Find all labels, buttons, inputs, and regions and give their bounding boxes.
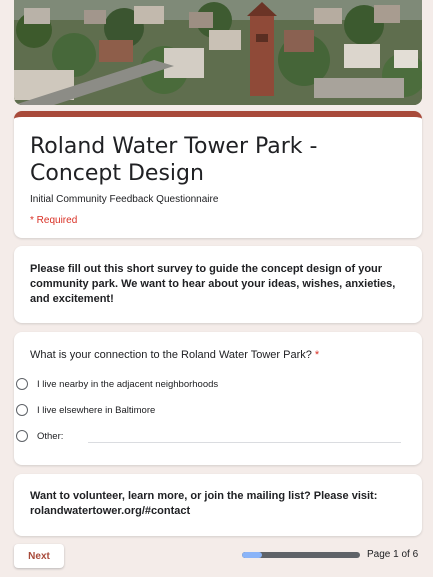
question-label: What is your connection to the Roland Wa… (30, 349, 312, 361)
option-elsewhere[interactable]: I live elsewhere in Baltimore (16, 403, 155, 417)
header-banner-image (14, 0, 422, 105)
radio-button[interactable] (16, 430, 28, 442)
required-asterisk: * (314, 349, 320, 361)
option-label: I live elsewhere in Baltimore (37, 404, 156, 416)
question-card-connection: What is your connection to the Roland Wa… (14, 332, 422, 465)
radio-button[interactable] (16, 404, 28, 416)
progress-bar (242, 552, 360, 558)
next-button[interactable]: Next (14, 544, 64, 568)
aerial-neighborhood-photo-icon (14, 0, 422, 105)
other-input-underline (88, 442, 401, 443)
page-indicator: Page 1 of 6 (367, 549, 419, 560)
form-title: Roland Water Tower Park - Concept Design (30, 134, 318, 186)
option-label: I live nearby in the adjacent neighborho… (37, 378, 219, 390)
other-text-input[interactable] (88, 430, 401, 442)
progress-bar-fill (242, 552, 262, 558)
option-other[interactable]: Other: (16, 429, 63, 443)
volunteer-text: Want to volunteer, learn more, or join t… (30, 490, 378, 517)
form-description: Please fill out this short survey to gui… (30, 263, 396, 305)
question-title: What is your connection to the Roland Wa… (30, 349, 319, 361)
option-label: Other: (37, 430, 64, 442)
required-note: * Required (30, 215, 78, 226)
form-description-card: Please fill out this short survey to gui… (14, 246, 422, 323)
form-title-card: Roland Water Tower Park - Concept Design… (14, 111, 422, 238)
option-nearby[interactable]: I live nearby in the adjacent neighborho… (16, 377, 218, 391)
volunteer-info-card: Want to volunteer, learn more, or join t… (14, 474, 422, 536)
radio-button[interactable] (16, 378, 28, 390)
form-subtitle: Initial Community Feedback Questionnaire (30, 194, 219, 205)
